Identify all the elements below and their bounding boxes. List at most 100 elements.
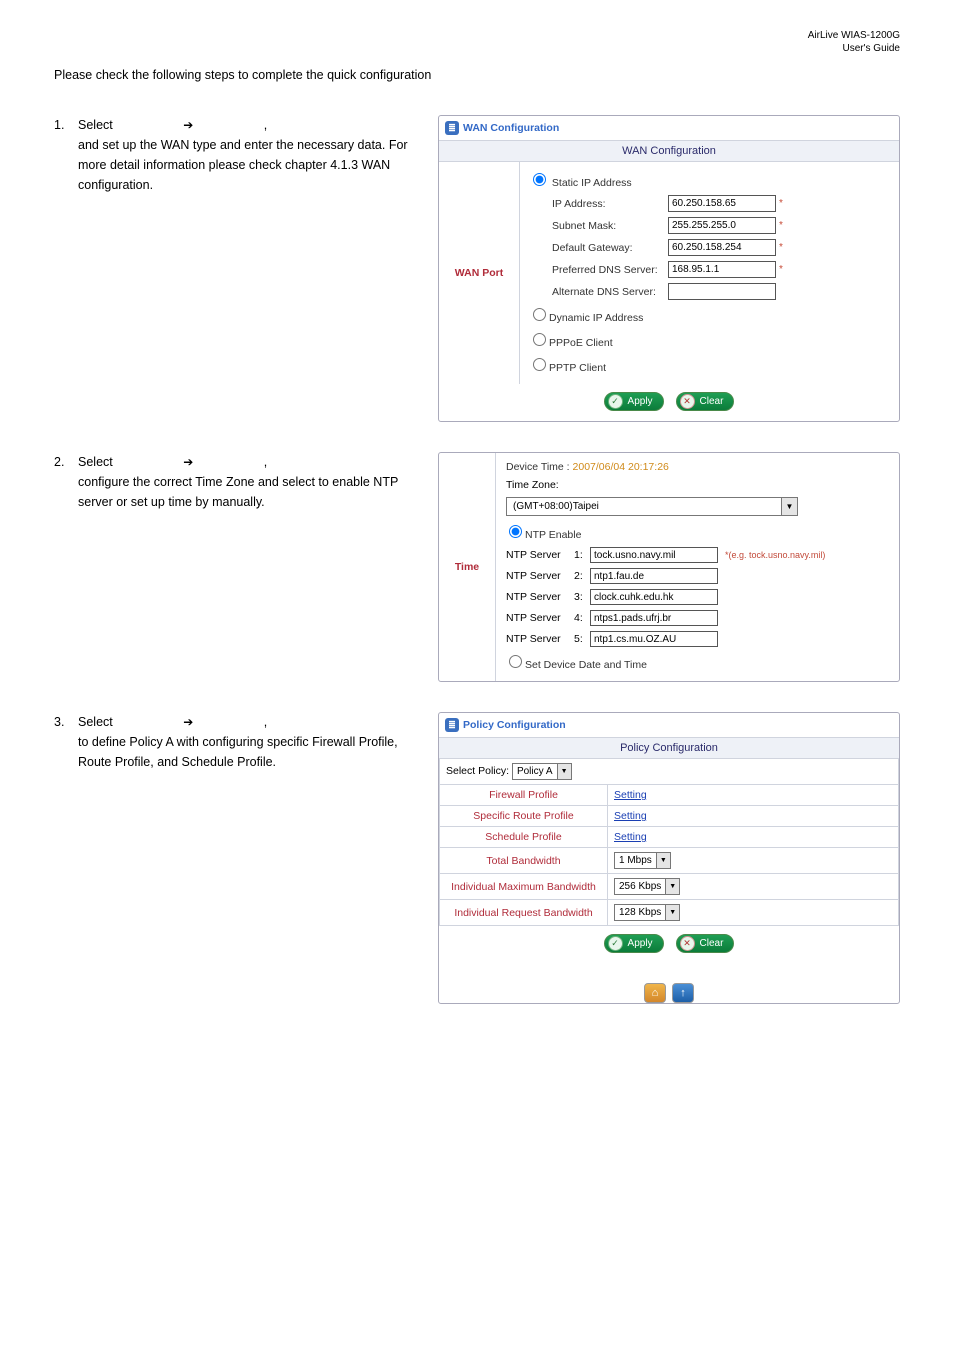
radio-ntp-enable[interactable]: NTP Enable bbox=[504, 520, 891, 545]
ntp-server-index: 3: bbox=[574, 591, 586, 603]
ntp-server-label: NTP Server bbox=[506, 591, 570, 603]
gw-input[interactable] bbox=[668, 239, 776, 256]
device-time: Device Time : 2007/06/04 20:17:26 bbox=[504, 459, 891, 477]
ntp-server-input[interactable] bbox=[590, 610, 718, 626]
set-manual-label: Set Device Date and Time bbox=[525, 659, 647, 671]
nav-buttons: ⌂ ↑ bbox=[439, 963, 899, 1003]
bandwidth-value: 128 Kbps bbox=[615, 907, 665, 918]
policy-row-value: 128 Kbps▼ bbox=[608, 900, 899, 926]
check-icon: ✓ bbox=[608, 394, 623, 409]
chevron-down-icon: ▼ bbox=[665, 905, 679, 920]
step3-row: 3. Select ➔ , to define Policy A with co… bbox=[54, 712, 900, 1004]
policy-select[interactable]: Policy A ▼ bbox=[512, 763, 572, 780]
table-row: Firewall Profile Setting bbox=[440, 785, 899, 806]
ntp-server-row: NTP Server1:*(e.g. tock.usno.navy.mil) bbox=[504, 545, 891, 566]
step3-num: 3. bbox=[54, 712, 78, 772]
adns-label: Alternate DNS Server: bbox=[552, 286, 668, 298]
setting-link[interactable]: Setting bbox=[614, 810, 647, 822]
time-form: Device Time : 2007/06/04 20:17:26 Time Z… bbox=[496, 453, 899, 681]
policy-row-value: Setting bbox=[608, 785, 899, 806]
policy-table: Firewall ProfileSettingSpecific Route Pr… bbox=[439, 784, 899, 926]
radio-pptp[interactable]: PPTP Client bbox=[524, 353, 895, 378]
radio-static[interactable]: Static IP Address bbox=[524, 168, 895, 193]
doc-title: User's Guide bbox=[54, 43, 900, 56]
ntp-server-input[interactable] bbox=[590, 631, 718, 647]
radio-dynamic-input[interactable] bbox=[533, 308, 546, 321]
radio-manual-input[interactable] bbox=[509, 655, 522, 668]
required-star: * bbox=[779, 264, 783, 275]
mask-label: Subnet Mask: bbox=[552, 220, 668, 232]
ip-label: IP Address: bbox=[552, 198, 668, 210]
policy-row-value: Setting bbox=[608, 806, 899, 827]
policy-row-value: 256 Kbps▼ bbox=[608, 874, 899, 900]
required-star: * bbox=[779, 242, 783, 253]
panel-icon: ≣ bbox=[445, 121, 459, 135]
radio-pptp-input[interactable] bbox=[533, 358, 546, 371]
radio-set-manual[interactable]: Set Device Date and Time bbox=[504, 650, 891, 675]
ntp-server-label: NTP Server bbox=[506, 612, 570, 624]
policy-row-label: Firewall Profile bbox=[440, 785, 608, 806]
product-name: AirLive WIAS-1200G bbox=[54, 30, 900, 43]
radio-static-input[interactable] bbox=[533, 173, 546, 186]
gw-label: Default Gateway: bbox=[552, 242, 668, 254]
chevron-down-icon: ▼ bbox=[781, 498, 797, 515]
wan-panel-head: ≣ WAN Configuration bbox=[439, 116, 899, 140]
step3-pre: Select bbox=[78, 715, 113, 729]
tz-select[interactable]: (GMT+08:00)Taipei ▼ bbox=[506, 497, 798, 516]
ntp-server-input[interactable] bbox=[590, 568, 718, 584]
close-icon: ✕ bbox=[680, 936, 695, 951]
step3-text: 3. Select ➔ , to define Policy A with co… bbox=[54, 712, 424, 772]
required-star: * bbox=[779, 198, 783, 209]
pdns-input[interactable] bbox=[668, 261, 776, 278]
apply-button[interactable]: ✓Apply bbox=[604, 392, 664, 411]
apply-button[interactable]: ✓Apply bbox=[604, 934, 664, 953]
mask-input[interactable] bbox=[668, 217, 776, 234]
radio-pppoe-input[interactable] bbox=[533, 333, 546, 346]
step1-row: 1. Select ➔ , and set up the WAN type an… bbox=[54, 115, 900, 422]
clear-label: Clear bbox=[700, 396, 724, 407]
select-policy-line: Select Policy: Policy A ▼ bbox=[439, 759, 899, 784]
required-star: * bbox=[779, 220, 783, 231]
ntp-server-input[interactable] bbox=[590, 547, 718, 563]
bandwidth-value: 1 Mbps bbox=[615, 855, 656, 866]
radio-pppoe-label: PPPoE Client bbox=[549, 337, 613, 349]
bandwidth-select[interactable]: 128 Kbps▼ bbox=[614, 904, 680, 921]
page: AirLive WIAS-1200G User's Guide Please c… bbox=[0, 0, 954, 1350]
ip-input[interactable] bbox=[668, 195, 776, 212]
table-row: Schedule Profile Setting bbox=[440, 827, 899, 848]
policy-row-label: Schedule Profile bbox=[440, 827, 608, 848]
policy-panel-wrap: ≣ Policy Configuration Policy Configurat… bbox=[438, 712, 900, 1004]
home-button[interactable]: ⌂ bbox=[644, 983, 666, 1003]
chevron-down-icon: ▼ bbox=[557, 764, 571, 779]
policy-title: Policy Configuration bbox=[463, 719, 566, 731]
policy-row-label: Individual Maximum Bandwidth bbox=[440, 874, 608, 900]
select-policy-label: Select Policy: bbox=[446, 765, 509, 777]
setting-link[interactable]: Setting bbox=[614, 831, 647, 843]
step1-num: 1. bbox=[54, 115, 78, 195]
radio-pppoe[interactable]: PPPoE Client bbox=[524, 328, 895, 353]
table-row: Specific Route ProfileSetting bbox=[440, 806, 899, 827]
bandwidth-select[interactable]: 256 Kbps▼ bbox=[614, 878, 680, 895]
ntp-server-label: NTP Server bbox=[506, 549, 570, 561]
up-button[interactable]: ↑ bbox=[672, 983, 694, 1003]
adns-input[interactable] bbox=[668, 283, 776, 300]
ntp-server-input[interactable] bbox=[590, 589, 718, 605]
clear-button[interactable]: ✕Clear bbox=[676, 934, 735, 953]
clear-button[interactable]: ✕Clear bbox=[676, 392, 735, 411]
wan-form: Static IP Address IP Address: * Subnet Ma… bbox=[520, 162, 899, 384]
radio-ntp-input[interactable] bbox=[509, 525, 522, 538]
setting-link[interactable]: Setting bbox=[614, 789, 647, 801]
policy-panel: ≣ Policy Configuration Policy Configurat… bbox=[438, 712, 900, 1004]
check-icon: ✓ bbox=[608, 936, 623, 951]
ntp-enable-label: NTP Enable bbox=[525, 529, 581, 541]
radio-dynamic[interactable]: Dynamic IP Address bbox=[524, 303, 895, 328]
time-body: Time Device Time : 2007/06/04 20:17:26 T… bbox=[439, 453, 899, 681]
policy-row-label: Total Bandwidth bbox=[440, 848, 608, 874]
policy-subtitle: Policy Configuration bbox=[439, 737, 899, 759]
tz-select-wrap: (GMT+08:00)Taipei ▼ bbox=[504, 495, 891, 520]
ntp-server-index: 1: bbox=[574, 549, 586, 561]
ntp-server-row: NTP Server4: bbox=[504, 608, 891, 629]
chevron-down-icon: ▼ bbox=[656, 853, 670, 868]
ntp-server-row: NTP Server2: bbox=[504, 566, 891, 587]
bandwidth-select[interactable]: 1 Mbps▼ bbox=[614, 852, 671, 869]
